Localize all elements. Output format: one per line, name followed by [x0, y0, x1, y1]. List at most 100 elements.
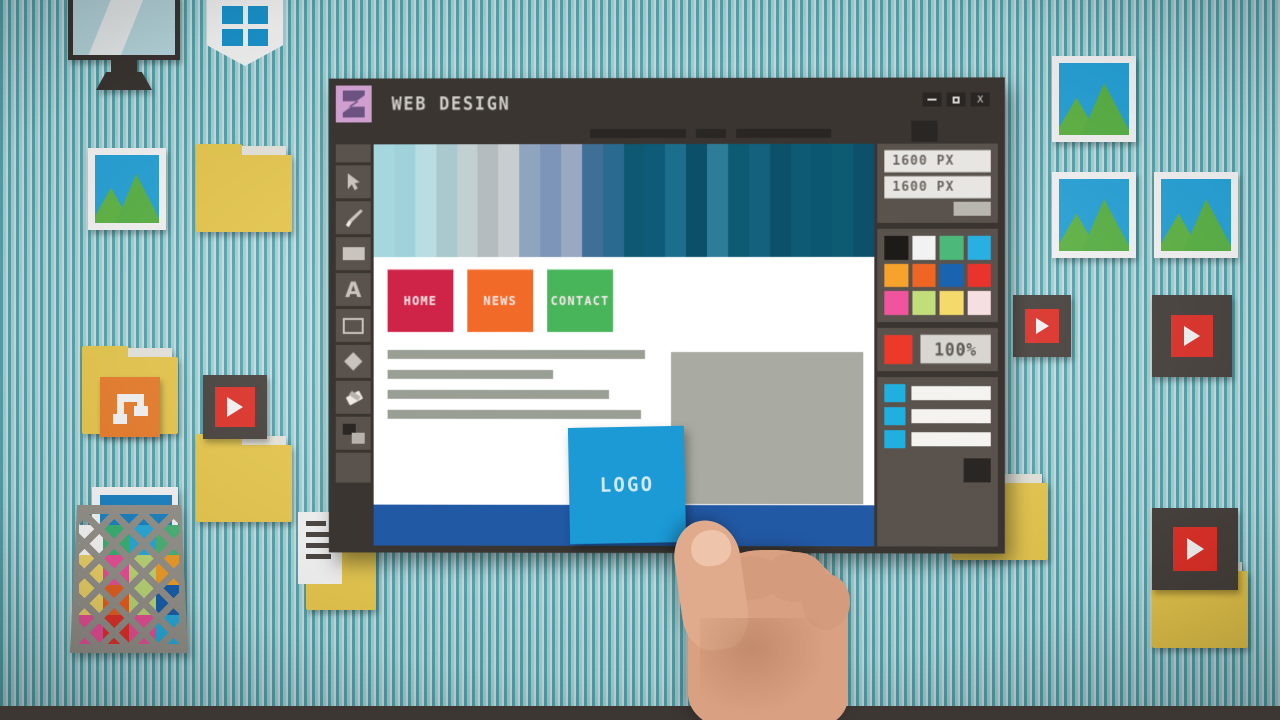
rectangle-outline-icon[interactable]	[335, 309, 371, 342]
menu-bar[interactable]	[590, 122, 882, 144]
properties-panel[interactable]: 1600 PX 1600 PX 100%	[877, 143, 998, 547]
swatch-palepink[interactable]	[967, 290, 991, 315]
hero-gradient-band	[519, 144, 541, 258]
layer-name-field[interactable]	[911, 431, 991, 446]
hero-gradient-band	[790, 143, 812, 257]
swatch-red[interactable]	[967, 263, 991, 287]
image-placeholder[interactable]	[670, 352, 864, 505]
swatch-cyan[interactable]	[967, 235, 991, 260]
layer-row[interactable]	[884, 406, 991, 425]
layers-icon[interactable]	[335, 416, 371, 450]
hero-banner-gradient[interactable]	[373, 143, 875, 258]
video-file-icon	[1152, 508, 1238, 590]
layer-swatch[interactable]	[884, 429, 906, 448]
folder-icon	[196, 144, 292, 232]
canvas-height-input[interactable]: 1600 PX	[884, 176, 991, 199]
swatch-white[interactable]	[911, 235, 936, 260]
text-tool-label: A	[345, 277, 362, 302]
canvas-width-input[interactable]: 1600 PX	[884, 150, 991, 173]
monitor-screen	[68, 0, 180, 60]
nav-button-contact[interactable]: CONTACT	[547, 269, 614, 333]
eraser-icon[interactable]	[335, 380, 371, 414]
layer-name-field[interactable]	[911, 408, 991, 423]
hero-gradient-band	[602, 144, 624, 258]
video-file-icon	[1013, 295, 1071, 357]
image-thumbnail-icon	[1154, 172, 1238, 258]
active-color-swatch[interactable]	[884, 334, 913, 364]
hero-gradient-band	[477, 144, 499, 258]
nav-button-home[interactable]: HOME	[387, 269, 454, 333]
image-thumbnail-icon	[1052, 172, 1136, 258]
swatch-darkorange[interactable]	[911, 263, 936, 287]
layer-swatch[interactable]	[884, 383, 906, 402]
swatch-lime[interactable]	[911, 290, 936, 315]
menu-bar-item[interactable]	[696, 128, 727, 138]
swatch-blue[interactable]	[939, 263, 964, 287]
tool-palette[interactable]: A	[335, 144, 371, 545]
layer-swatch[interactable]	[884, 406, 906, 425]
body-line	[387, 389, 610, 399]
cursor-arrow-icon[interactable]	[335, 165, 371, 199]
hero-gradient-band	[415, 144, 437, 258]
swatch-black[interactable]	[884, 235, 908, 260]
body-line	[387, 349, 646, 359]
maximize-icon[interactable]	[946, 92, 966, 107]
swatch-orange[interactable]	[884, 263, 908, 287]
window-controls[interactable]: X	[922, 92, 990, 107]
hero-gradient-band	[498, 144, 520, 258]
diamond-icon[interactable]	[335, 344, 371, 378]
zoom-section[interactable]: 100%	[877, 327, 998, 371]
menu-bar-item[interactable]	[736, 128, 832, 138]
hero-gradient-band	[436, 144, 457, 258]
select-tool[interactable]	[335, 144, 371, 163]
nav-label: CONTACT	[550, 293, 610, 309]
music-file-icon	[100, 377, 160, 437]
video-file-icon	[1152, 295, 1232, 377]
color-swatch-grid[interactable]	[884, 235, 991, 315]
extra-tool[interactable]	[335, 452, 371, 483]
layers-section[interactable]	[877, 376, 998, 547]
layer-thumbnail[interactable]	[963, 457, 991, 482]
monitor-icon	[68, 0, 180, 90]
hero-gradient-band	[727, 143, 749, 257]
zoom-level-input[interactable]: 100%	[920, 334, 991, 364]
hero-gradient-band	[769, 143, 791, 257]
swatch-pink[interactable]	[884, 290, 908, 315]
layer-row[interactable]	[884, 383, 991, 402]
logo-tile-label: LOGO	[599, 473, 655, 497]
hero-gradient-band	[811, 143, 833, 257]
body-line	[387, 369, 554, 379]
paintbrush-icon[interactable]	[335, 201, 371, 235]
hero-gradient-band	[665, 143, 687, 258]
window-titlebar[interactable]: WEB DESIGN X	[335, 84, 998, 123]
canvas-size-section[interactable]: 1600 PX 1600 PX	[877, 143, 998, 223]
image-thumbnail-icon	[88, 148, 166, 230]
menu-swatch-button[interactable]	[911, 120, 938, 142]
filled-rectangle-icon[interactable]	[335, 237, 371, 271]
nav-label: HOME	[403, 293, 438, 309]
layer-name-field[interactable]	[911, 385, 991, 400]
video-file-icon	[203, 375, 267, 439]
hero-gradient-band	[394, 144, 416, 258]
hero-gradient-band	[373, 144, 395, 258]
trash-bin-icon[interactable]	[70, 487, 188, 653]
hero-gradient-band	[853, 143, 875, 257]
hero-gradient-band	[832, 143, 854, 257]
hero-gradient-band	[623, 144, 645, 258]
close-icon[interactable]: X	[970, 92, 990, 107]
swatch-yellow[interactable]	[939, 290, 964, 315]
menu-bar-item[interactable]	[590, 128, 687, 138]
nav-button-news[interactable]: NEWS	[467, 269, 534, 333]
layer-row[interactable]	[884, 429, 991, 448]
swatch-green[interactable]	[939, 235, 964, 260]
window-title: WEB DESIGN	[391, 92, 511, 116]
minimize-icon[interactable]	[922, 92, 942, 107]
text-a-icon[interactable]: A	[335, 273, 371, 307]
nav-button-row[interactable]: HOME NEWS CONTACT	[387, 269, 614, 333]
hero-gradient-band	[748, 143, 770, 257]
resize-handle[interactable]	[953, 201, 991, 216]
color-swatch-section[interactable]	[877, 228, 998, 322]
body-line	[387, 409, 642, 419]
image-thumbnail-icon	[1052, 56, 1136, 142]
desk-edge	[0, 706, 1280, 720]
